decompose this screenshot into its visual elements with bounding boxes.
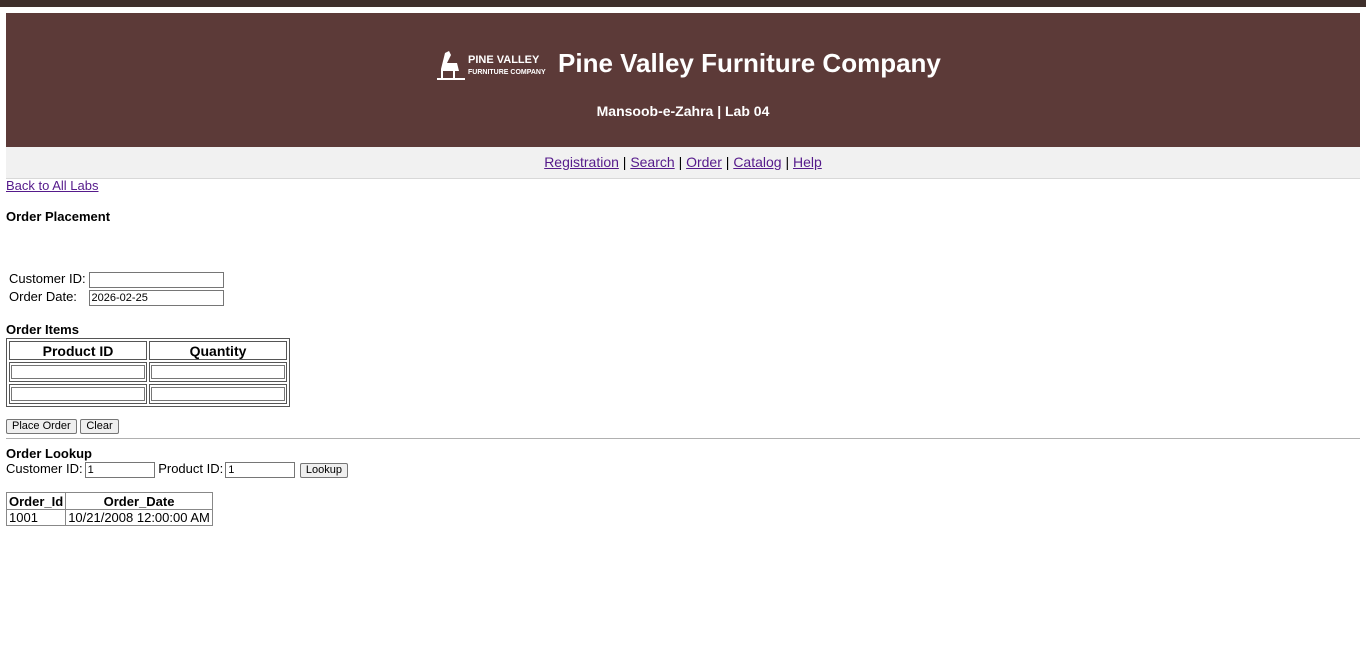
nav-help-link[interactable]: Help — [793, 154, 822, 170]
page-title: Pine Valley Furniture Company — [558, 48, 941, 78]
order-date-row: Order Date: — [9, 289, 224, 306]
quantity-input[interactable] — [151, 387, 285, 401]
lookup-customer-id-label: Customer ID: — [6, 461, 83, 476]
order-items-heading: Order Items — [6, 322, 79, 337]
customer-id-row: Customer ID: — [9, 271, 225, 288]
table-row — [9, 384, 287, 404]
product-id-input[interactable] — [11, 365, 145, 379]
column-header-order-date: Order_Date — [65, 492, 213, 510]
page: PINE VALLEY FURNITURE COMPANY Pine Valle… — [5, 13, 1360, 526]
order-date-input[interactable] — [88, 289, 224, 306]
lookup-row: Customer ID: Product ID: Lookup — [6, 461, 348, 478]
clear-button[interactable]: Clear — [80, 419, 119, 434]
nav-separator: | — [622, 154, 627, 170]
nav-order-link[interactable]: Order — [686, 154, 722, 170]
logo-text-sub: FURNITURE COMPANY — [468, 69, 546, 76]
divider — [6, 438, 1360, 439]
lookup-product-id-input[interactable] — [225, 461, 296, 478]
order-placement-heading: Order Placement — [6, 209, 111, 224]
table-row: 1001 10/21/2008 12:00:00 AM — [5, 509, 213, 526]
order-items-table: Product ID Quantity — [6, 338, 290, 407]
place-order-button[interactable]: Place Order — [6, 419, 77, 434]
quantity-input[interactable] — [151, 365, 285, 379]
table-row — [9, 362, 287, 382]
column-header-product-id: Product ID — [9, 341, 147, 360]
company-logo: PINE VALLEY FURNITURE COMPANY — [435, 49, 547, 83]
order-lookup-heading: Order Lookup — [6, 446, 92, 461]
order-date-cell: 10/21/2008 12:00:00 AM — [65, 509, 213, 526]
order-actions: Place Order Clear — [6, 417, 119, 434]
column-header-order-id: Order_Id — [5, 492, 67, 510]
back-to-labs-link[interactable]: Back to All Labs — [6, 178, 99, 193]
customer-id-label: Customer ID: — [9, 271, 86, 286]
lookup-product-id-label: Product ID: — [158, 461, 224, 476]
nav-separator: | — [678, 154, 683, 170]
lookup-results-table: Order_Id Order_Date 1001 10/21/2008 12:0… — [5, 492, 213, 526]
page-subtitle: Mansoob-e-Zahra | Lab 04 — [596, 103, 770, 119]
lookup-customer-id-input[interactable] — [84, 461, 155, 478]
nav-catalog-link[interactable]: Catalog — [733, 154, 781, 170]
column-header-quantity: Quantity — [149, 341, 287, 360]
header-banner: PINE VALLEY FURNITURE COMPANY Pine Valle… — [6, 13, 1360, 147]
logo-text-main: PINE VALLEY — [468, 54, 540, 66]
nav-bar: Registration | Search | Order | Catalog … — [6, 147, 1360, 179]
product-id-input[interactable] — [11, 387, 145, 401]
customer-id-input[interactable] — [89, 271, 225, 288]
nav-search-link[interactable]: Search — [630, 154, 674, 170]
nav-separator: | — [725, 154, 730, 170]
order-date-label: Order Date: — [9, 289, 77, 304]
order-id-cell: 1001 — [5, 509, 67, 526]
nav-registration-link[interactable]: Registration — [544, 154, 619, 170]
nav-separator: | — [785, 154, 790, 170]
top-strip — [0, 0, 1366, 7]
lookup-button[interactable]: Lookup — [299, 463, 348, 478]
